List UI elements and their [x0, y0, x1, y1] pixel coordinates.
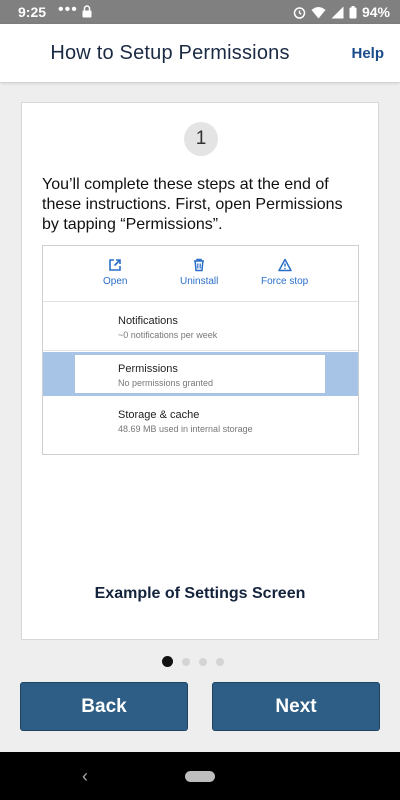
settings-example-image: Open Uninstall Force stop Notifications …	[42, 245, 359, 455]
app-info-actions: Open Uninstall Force stop	[43, 246, 358, 302]
system-nav-bar: ‹	[0, 752, 400, 800]
permissions-title: Permissions	[118, 363, 178, 375]
page-dot	[216, 657, 224, 666]
signal-icon	[331, 6, 344, 18]
help-link[interactable]: Help	[351, 45, 384, 62]
battery-percent: 94%	[361, 4, 390, 20]
warning-icon	[277, 258, 292, 272]
storage-row: Storage & cache 48.69 MB used in interna…	[43, 397, 358, 455]
open-action-label: Open	[103, 276, 128, 287]
uninstall-action-label: Uninstall	[180, 276, 219, 287]
alarm-icon	[293, 6, 306, 19]
back-button[interactable]: Back	[20, 682, 188, 731]
page-title: How to Setup Permissions	[50, 42, 290, 64]
battery-icon	[349, 5, 357, 18]
step-instructions: You’ll complete these steps at the end o…	[42, 176, 343, 233]
status-time: 9:25	[18, 4, 47, 20]
lock-icon	[82, 5, 92, 18]
trash-icon	[194, 258, 205, 272]
wifi-icon	[311, 6, 326, 18]
example-caption: Example of Settings Screen	[94, 585, 306, 602]
uninstall-action: Uninstall	[180, 258, 218, 287]
nav-back-icon[interactable]: ‹	[82, 766, 88, 787]
storage-subtitle: 48.69 MB used in internal storage	[118, 424, 253, 434]
page-dot-active	[162, 656, 173, 667]
instruction-card: 1 You’ll complete these steps at the end…	[21, 102, 379, 640]
page-dot	[199, 657, 207, 666]
permissions-subtitle: No permissions granted	[118, 378, 214, 388]
notifications-subtitle: ~0 notifications per week	[118, 330, 218, 340]
force-stop-action-label: Force stop	[261, 276, 309, 287]
permissions-row-inner: Permissions No permissions granted	[75, 355, 325, 393]
force-stop-action: Force stop	[261, 258, 308, 287]
notification-dots: •••	[58, 1, 78, 18]
notifications-row: Notifications ~0 notifications per week	[43, 303, 358, 351]
notifications-title: Notifications	[118, 315, 178, 327]
next-button[interactable]: Next	[212, 682, 380, 731]
app-bar: How to Setup Permissions Help	[0, 24, 400, 82]
open-action: Open	[103, 258, 127, 287]
status-bar: 9:25 ••• 94%	[0, 0, 400, 24]
open-external-icon	[109, 259, 122, 271]
page-dot	[182, 657, 190, 666]
page-indicator	[162, 656, 224, 667]
storage-title: Storage & cache	[118, 409, 200, 421]
step-number-badge: 1	[184, 122, 218, 156]
permissions-row-highlighted: Permissions No permissions granted	[43, 352, 358, 396]
nav-home-pill-icon[interactable]	[185, 771, 215, 782]
